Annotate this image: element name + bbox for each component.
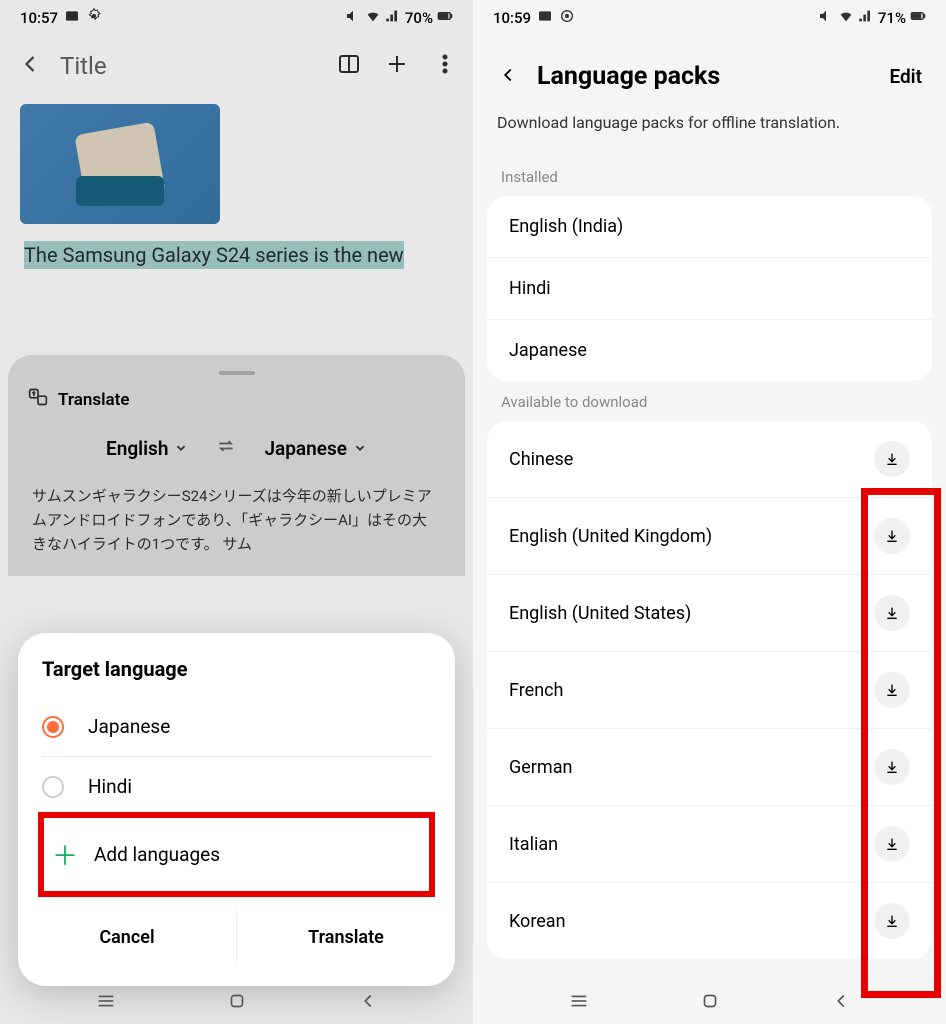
list-item[interactable]: English (India) (487, 196, 932, 258)
recents-button[interactable] (95, 990, 117, 1016)
gear-icon (86, 8, 102, 28)
chevron-down-icon (174, 441, 188, 455)
radio-checked-icon (42, 716, 64, 738)
list-item[interactable]: Japanese (487, 320, 932, 381)
highlight-box: ＋ Add languages (38, 812, 435, 897)
source-language-button[interactable]: English (106, 437, 188, 460)
home-button[interactable] (226, 990, 248, 1016)
modal-title: Target language (18, 657, 455, 701)
more-icon[interactable] (433, 52, 457, 80)
status-bar: 10:59 71% (473, 0, 946, 36)
page-header: Language packs Edit (473, 36, 946, 105)
installed-list: English (India) Hindi Japanese (487, 196, 932, 381)
language-option-hindi[interactable]: Hindi (18, 761, 455, 812)
list-item[interactable]: Hindi (487, 258, 932, 320)
page-title: Title (60, 52, 321, 80)
download-button[interactable] (874, 441, 910, 477)
picture-icon (537, 8, 553, 28)
signal-icon (385, 8, 401, 28)
chevron-down-icon (353, 441, 367, 455)
home-button[interactable] (699, 990, 721, 1016)
add-languages-button[interactable]: ＋ Add languages (44, 818, 429, 891)
battery-text: 71% (878, 9, 906, 27)
reader-icon[interactable] (337, 52, 361, 80)
back-icon[interactable] (16, 50, 44, 82)
installed-label: Installed (473, 156, 946, 196)
wifi-icon (838, 8, 854, 28)
status-time: 10:57 (20, 9, 58, 27)
gear-icon (559, 8, 575, 28)
radio-unchecked-icon (42, 776, 64, 798)
mute-icon (818, 8, 834, 28)
battery-icon (437, 8, 453, 28)
mute-icon (345, 8, 361, 28)
sheet-title: Translate (58, 390, 129, 410)
target-language-modal: Target language Japanese Hindi ＋ Add lan… (18, 633, 455, 986)
list-item[interactable]: Chinese (487, 421, 932, 498)
article-text: The Samsung Galaxy S24 series is the new (0, 240, 473, 270)
app-header: Title (0, 36, 473, 96)
nav-bar (0, 982, 473, 1024)
status-bar: 10:57 70% (0, 0, 473, 36)
translate-icon (28, 387, 48, 412)
nav-back-button[interactable] (830, 990, 852, 1016)
battery-text: 70% (405, 9, 433, 27)
page-subtitle: Download language packs for offline tran… (473, 105, 946, 156)
language-option-japanese[interactable]: Japanese (18, 701, 455, 752)
nav-bar (473, 982, 946, 1024)
status-time: 10:59 (493, 9, 531, 27)
plus-icon[interactable] (385, 52, 409, 80)
page-title: Language packs (537, 62, 871, 91)
swap-button[interactable] (216, 436, 236, 460)
target-language-button[interactable]: Japanese (264, 437, 367, 460)
nav-back-button[interactable] (357, 990, 379, 1016)
wifi-icon (365, 8, 381, 28)
plus-icon: ＋ (52, 836, 74, 873)
article-thumbnail (20, 104, 220, 224)
cancel-button[interactable]: Cancel (18, 909, 237, 966)
back-button[interactable] (497, 64, 519, 90)
sheet-handle[interactable] (219, 371, 255, 375)
translated-text: サムスンギャラクシーS24シリーズは今年の新しいプレミアムアンドロイドフォンであ… (8, 474, 465, 576)
highlight-box (861, 488, 941, 998)
available-label: Available to download (473, 381, 946, 421)
picture-icon (64, 8, 80, 28)
battery-icon (910, 8, 926, 28)
translate-button[interactable]: Translate (237, 909, 455, 966)
edit-button[interactable]: Edit (889, 65, 922, 88)
signal-icon (858, 8, 874, 28)
translate-sheet: Translate English Japanese サムスンギャラクシーS24… (8, 355, 465, 576)
recents-button[interactable] (568, 990, 590, 1016)
